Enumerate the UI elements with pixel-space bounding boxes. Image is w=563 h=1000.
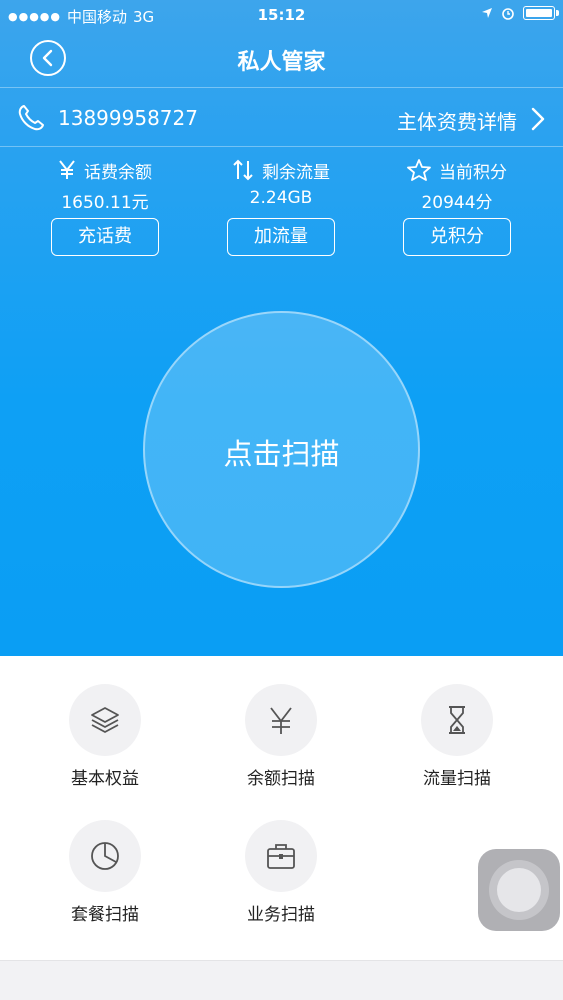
stat-label: 当前积分	[439, 162, 507, 183]
assistive-touch-center	[497, 868, 541, 912]
grid-item-balance-scan[interactable]: 余额扫描	[201, 684, 361, 789]
add-data-button[interactable]: 加流量	[227, 218, 335, 256]
nav-bar: 私人管家	[0, 30, 563, 88]
header-panel: ●●●●● 中国移动 3G 15:12 私人管家 13899958727 主体资…	[0, 0, 563, 656]
grid-icon-bg	[245, 820, 317, 892]
grid-icon-bg	[69, 684, 141, 756]
assistive-touch-button[interactable]	[478, 849, 560, 931]
battery-icon	[523, 6, 559, 20]
chevron-right-icon[interactable]	[531, 107, 545, 131]
grid-icon-bg	[421, 684, 493, 756]
fee-details-link[interactable]: 主体资费详情	[397, 106, 517, 135]
stat-data: 剩余流量 2.24GB 加流量	[201, 155, 361, 256]
grid-label: 流量扫描	[423, 769, 491, 789]
alarm-icon	[502, 8, 514, 20]
star-icon	[407, 159, 431, 181]
data-value: 2.24GB	[249, 188, 313, 208]
grid-icon-bg	[245, 684, 317, 756]
balance-value: 1650.11元	[61, 193, 149, 213]
phone-icon	[18, 105, 44, 131]
layers-icon	[91, 707, 119, 733]
status-bar: ●●●●● 中国移动 3G 15:12	[0, 0, 563, 30]
grid-item-basic-rights[interactable]: 基本权益	[25, 684, 185, 789]
grid-item-data-scan[interactable]: 流量扫描	[377, 684, 537, 789]
briefcase-icon	[267, 844, 295, 869]
grid-icon-bg	[69, 820, 141, 892]
grid-label: 余额扫描	[247, 769, 315, 789]
grid-item-service-scan[interactable]: 业务扫描	[201, 820, 361, 925]
stat-balance: 话费余额 1650.11元 充话费	[25, 155, 185, 256]
stat-points: 当前积分 20944分 兑积分	[377, 155, 537, 256]
scan-label: 点击扫描	[223, 437, 340, 471]
yen-icon	[270, 707, 292, 734]
bottom-bar	[0, 960, 563, 1000]
grid-label: 基本权益	[71, 769, 139, 789]
hourglass-icon	[449, 706, 465, 734]
page-title: 私人管家	[237, 50, 326, 75]
location-icon	[482, 8, 492, 18]
up-down-arrows-icon	[233, 159, 253, 181]
stat-label: 话费余额	[84, 162, 152, 183]
stat-label: 剩余流量	[262, 162, 330, 183]
account-row: 13899958727 主体资费详情	[0, 89, 563, 147]
grid-item-package-scan[interactable]: 套餐扫描	[25, 820, 185, 925]
clock: 15:12	[257, 6, 306, 24]
pie-chart-icon	[91, 842, 119, 870]
stats-row: 话费余额 1650.11元 充话费 剩余流量 2.24GB 加流量 当前积分 2…	[0, 155, 563, 265]
yen-icon	[59, 160, 75, 179]
grid-label: 业务扫描	[247, 905, 315, 925]
scan-button[interactable]: 点击扫描	[143, 311, 420, 588]
phone-number: 13899958727	[58, 106, 198, 130]
points-value: 20944分	[421, 193, 493, 213]
grid-label: 套餐扫描	[71, 905, 139, 925]
redeem-points-button[interactable]: 兑积分	[403, 218, 511, 256]
recharge-button[interactable]: 充话费	[51, 218, 159, 256]
